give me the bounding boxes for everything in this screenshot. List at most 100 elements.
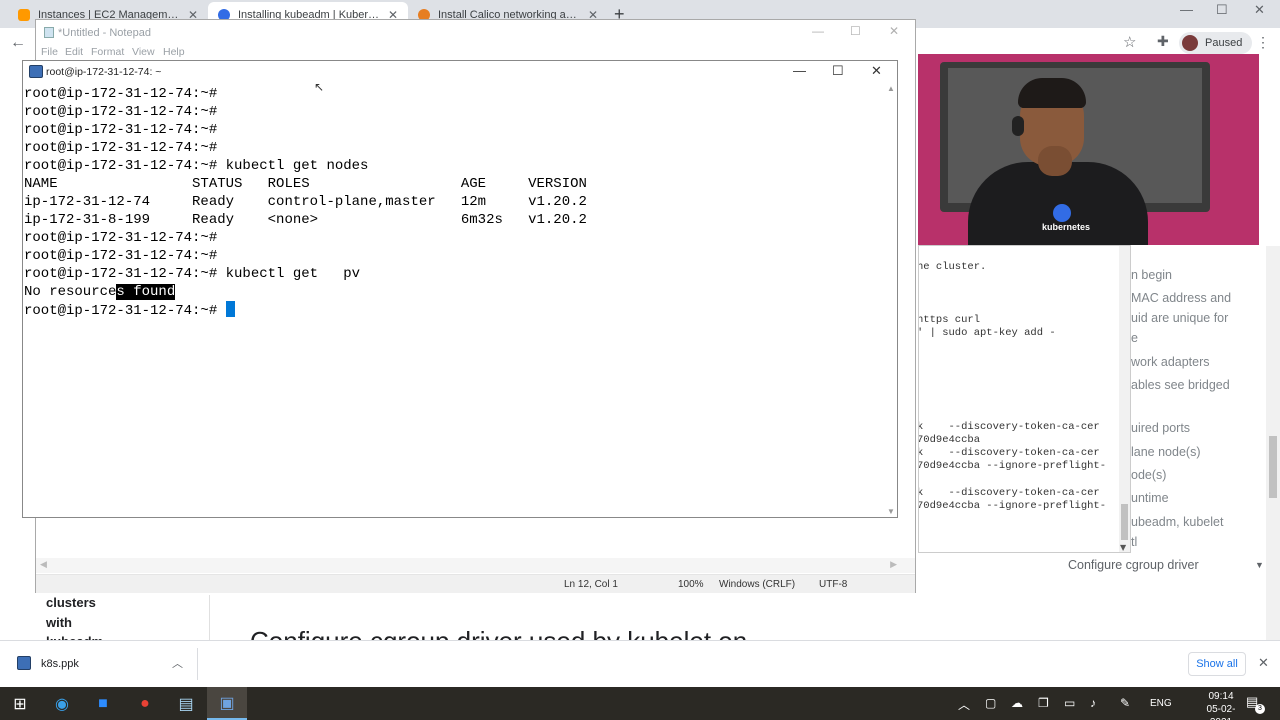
close-downloads-icon[interactable]: ✕	[1258, 655, 1269, 671]
volume-icon[interactable]: ♪	[1090, 696, 1096, 710]
notepad-title: *Untitled - Notepad	[58, 27, 151, 39]
tray-window-icon[interactable]: ❐	[1038, 696, 1049, 710]
zoom-icon: ■	[98, 694, 108, 712]
close-icon[interactable]: ✕	[1254, 2, 1265, 18]
aws-favicon-icon	[18, 9, 30, 21]
terminal-line: root@ip-172-31-12-74:~# kubectl get pv	[24, 265, 360, 283]
clock[interactable]: 09:14 05-02-2021	[1196, 690, 1246, 720]
minimize-icon[interactable]: —	[812, 24, 824, 38]
download-bar	[0, 640, 1280, 687]
maximize-icon[interactable]: ☐	[850, 24, 861, 38]
scroll-down-icon[interactable]: ▼	[887, 507, 895, 516]
webcam-overlay: kubernetes	[918, 54, 1259, 245]
terminal-scrollbar[interactable]: ▲ ▼	[886, 84, 897, 516]
close-icon[interactable]: ✕	[889, 24, 899, 38]
terminal-selection: s found	[116, 284, 176, 300]
scrollbar-thumb[interactable]	[1121, 504, 1128, 540]
terminal-output[interactable]: root@ip-172-31-12-74:~# root@ip-172-31-12…	[24, 84, 886, 514]
terminal-text: root@ip-172-31-12-74:~#	[24, 104, 218, 120]
download-filename[interactable]: k8s.ppk	[41, 658, 79, 670]
clock-time: 09:14	[1208, 691, 1234, 702]
toc-item[interactable]: uid are unique for	[1131, 311, 1228, 325]
menu-format[interactable]: Format	[91, 46, 124, 58]
maximize-icon[interactable]: ☐	[1216, 2, 1228, 18]
terminal-text: root@ip-172-31-12-74:~#	[24, 248, 218, 264]
show-all-button[interactable]: Show all	[1188, 652, 1246, 676]
bookmark-star-icon[interactable]: ☆	[1123, 33, 1136, 51]
chevron-up-icon[interactable]: ︿	[172, 655, 183, 671]
minimize-icon[interactable]: —	[1180, 2, 1193, 17]
vertical-scrollbar[interactable]: ▼	[1119, 246, 1130, 552]
menu-file[interactable]: File	[41, 46, 58, 58]
scroll-down-icon[interactable]: ▼	[1120, 543, 1126, 552]
windows-start-button[interactable]: ⊞	[0, 687, 40, 720]
toc-item[interactable]: lane node(s)	[1131, 445, 1201, 459]
download-divider	[197, 648, 198, 680]
toc-item[interactable]: tl	[1131, 535, 1137, 549]
back-button[interactable]: ←	[10, 34, 26, 52]
pen-icon[interactable]: ✎	[1120, 696, 1130, 710]
taskbar-edge[interactable]: ◉	[42, 687, 82, 720]
scroll-up-icon[interactable]: ▲	[887, 84, 895, 93]
terminal-text: root@ip-172-31-12-74:~#	[24, 140, 218, 156]
left-nav-item[interactable]: with	[46, 615, 72, 630]
taskbar-zoom[interactable]: ■	[83, 687, 123, 720]
code-line: ' | sudo apt-key add -	[918, 327, 1056, 339]
terminal-line: root@ip-172-31-12-74:~#	[24, 103, 217, 121]
terminal-text: root@ip-172-31-12-74:~#	[24, 230, 218, 246]
toc-item[interactable]: n begin	[1131, 268, 1172, 282]
page-scrollbar[interactable]	[1266, 246, 1280, 640]
network-icon[interactable]: ▭	[1064, 696, 1075, 710]
terminal-text: root@ip-172-31-12-74:~# kubectl get node…	[24, 158, 369, 174]
mouse-pointer-icon: ↖	[314, 80, 325, 94]
terminal-text: NAME STATUS ROLES AGE VERSION	[24, 176, 587, 192]
putty-window: root@ip-172-31-12-74: ~ — ☐ ✕ root@ip-17…	[22, 60, 898, 518]
toc-item[interactable]: uired ports	[1131, 421, 1190, 435]
toc-item[interactable]: e	[1131, 331, 1138, 345]
scroll-right-icon[interactable]: ▶	[890, 559, 897, 570]
language-indicator[interactable]: ENG	[1150, 698, 1172, 709]
scroll-left-icon[interactable]: ◀	[40, 559, 47, 570]
browser-menu-icon[interactable]: ⋮	[1256, 34, 1270, 51]
taskbar-chrome[interactable]: ●	[125, 687, 165, 720]
toc-item[interactable]: MAC address and	[1131, 291, 1231, 305]
putty-titlebar: root@ip-172-31-12-74: ~ — ☐ ✕	[23, 61, 897, 82]
encoding: UTF-8	[819, 579, 848, 590]
code-line: 70d9e4ccba --ignore-preflight-	[918, 500, 1107, 512]
toc-item[interactable]: ode(s)	[1131, 468, 1166, 482]
extensions-icon[interactable]: ✚	[1157, 33, 1169, 50]
menu-help[interactable]: Help	[163, 46, 185, 58]
terminal-line: ip-172-31-8-199 Ready <none> 6m32s v1.20…	[24, 211, 587, 229]
toc-item[interactable]: untime	[1131, 491, 1169, 505]
onedrive-icon[interactable]: ☁	[1011, 696, 1023, 710]
horizontal-scrollbar[interactable]: ◀ ▶	[36, 558, 915, 573]
close-icon[interactable]: ✕	[871, 63, 882, 79]
menu-edit[interactable]: Edit	[65, 46, 83, 58]
tray-app-icon[interactable]: ▢	[985, 696, 996, 710]
toc-item-current[interactable]: Configure cgroup driver	[1068, 558, 1199, 572]
maximize-icon[interactable]: ☐	[832, 63, 844, 79]
edge-icon: ◉	[55, 695, 69, 713]
terminal-text: No resource	[24, 284, 117, 300]
tray-overflow-icon[interactable]: ︿	[958, 696, 970, 713]
chrome-icon: ●	[140, 694, 150, 712]
terminal-line: root@ip-172-31-12-74:~#	[24, 229, 217, 247]
taskbar-notepad[interactable]: ▤	[166, 687, 206, 720]
logo-text: kubernetes	[1042, 222, 1091, 232]
presenter-hair	[1018, 78, 1086, 108]
terminal-line: root@ip-172-31-12-74:~#	[24, 121, 217, 139]
profile-button[interactable]: Paused	[1179, 32, 1253, 54]
notepad-icon: ▤	[178, 695, 194, 713]
terminal-text: root@ip-172-31-12-74:~#	[24, 86, 218, 102]
left-nav-item[interactable]: clusters	[46, 595, 96, 610]
scrollbar-thumb[interactable]	[1269, 436, 1277, 498]
taskbar-putty[interactable]: ▣	[207, 687, 247, 720]
toc-item[interactable]: ubeadm, kubelet	[1131, 515, 1223, 529]
terminal-line: root@ip-172-31-12-74:~# kubectl get node…	[24, 157, 368, 175]
menu-view[interactable]: View	[132, 46, 155, 58]
toc-item[interactable]: work adapters	[1131, 355, 1210, 369]
chevron-down-icon[interactable]: ▼	[1255, 560, 1264, 570]
minimize-icon[interactable]: —	[793, 63, 806, 78]
terminal-line: root@ip-172-31-12-74:~#	[24, 247, 217, 265]
toc-item[interactable]: ables see bridged	[1131, 378, 1230, 392]
